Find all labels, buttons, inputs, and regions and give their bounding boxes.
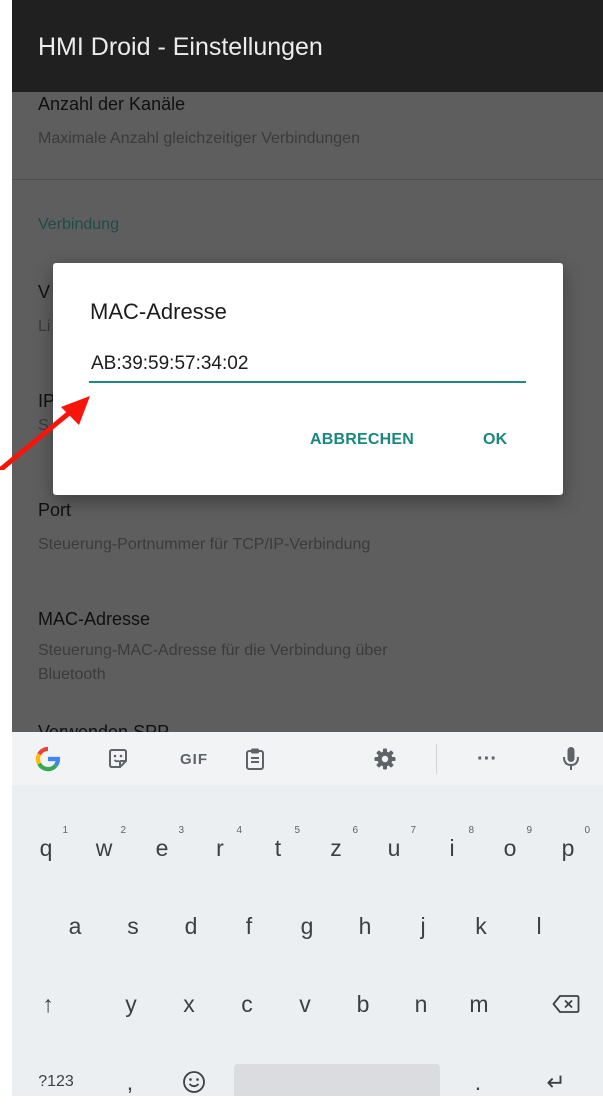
pref-partial-1-title: V bbox=[38, 282, 51, 302]
symbols-key[interactable]: ?123 bbox=[20, 1056, 92, 1096]
comma-key[interactable]: , bbox=[108, 1056, 152, 1096]
key-hint: 1 bbox=[62, 825, 68, 836]
dialog-title: MAC-Adresse bbox=[90, 299, 227, 324]
key-z[interactable]: z6 bbox=[309, 822, 363, 874]
key-hint: 0 bbox=[584, 825, 590, 836]
key-e[interactable]: e3 bbox=[135, 822, 189, 874]
key-f[interactable]: f bbox=[222, 900, 276, 952]
key-n[interactable]: n bbox=[394, 978, 448, 1030]
mac-address-input[interactable] bbox=[89, 347, 526, 383]
cancel-button[interactable]: ABBRECHEN bbox=[310, 431, 414, 449]
key-o[interactable]: o9 bbox=[483, 822, 537, 874]
key-d[interactable]: d bbox=[164, 900, 218, 952]
key-u[interactable]: u7 bbox=[367, 822, 421, 874]
key-h[interactable]: h bbox=[338, 900, 392, 952]
key-k[interactable]: k bbox=[454, 900, 508, 952]
key-j[interactable]: j bbox=[396, 900, 450, 952]
key-hint: 2 bbox=[120, 825, 126, 836]
keyboard-toolbar: GIF ··· bbox=[12, 732, 603, 785]
google-icon[interactable] bbox=[30, 741, 66, 777]
key-hint: 3 bbox=[178, 825, 184, 836]
pref-mac-title[interactable]: MAC-Adresse bbox=[38, 609, 150, 630]
app-bar: HMI Droid - Einstellungen bbox=[12, 0, 603, 92]
key-hint: 7 bbox=[410, 825, 416, 836]
backspace-key[interactable] bbox=[538, 978, 594, 1030]
screen: HMI Droid - Einstellungen Anzahl der Kan… bbox=[12, 0, 603, 1096]
annotation-arrow-icon bbox=[0, 396, 90, 470]
key-q[interactable]: q1 bbox=[19, 822, 73, 874]
pref-port-title[interactable]: Port bbox=[38, 500, 71, 521]
clipboard-icon[interactable] bbox=[237, 741, 273, 777]
key-m[interactable]: m bbox=[452, 978, 506, 1030]
pref-mac-summary-2: Bluetooth bbox=[38, 666, 106, 683]
emoji-icon[interactable] bbox=[168, 1056, 220, 1096]
microphone-icon[interactable] bbox=[557, 741, 585, 777]
key-v[interactable]: v bbox=[278, 978, 332, 1030]
key-r[interactable]: r4 bbox=[193, 822, 247, 874]
pref-partial-1[interactable]: V bbox=[38, 282, 53, 306]
more-icon[interactable]: ··· bbox=[465, 741, 509, 777]
key-b[interactable]: b bbox=[336, 978, 390, 1030]
key-p[interactable]: p0 bbox=[541, 822, 595, 874]
category-connection: Verbindung bbox=[38, 216, 119, 233]
key-a[interactable]: a bbox=[48, 900, 102, 952]
key-c[interactable]: c bbox=[220, 978, 274, 1030]
period-key[interactable]: . bbox=[456, 1056, 500, 1096]
enter-key[interactable]: ↵ bbox=[518, 1056, 594, 1096]
key-y[interactable]: y bbox=[104, 978, 158, 1030]
key-i[interactable]: i8 bbox=[425, 822, 479, 874]
key-s[interactable]: s bbox=[106, 900, 160, 952]
key-x[interactable]: x bbox=[162, 978, 216, 1030]
key-hint: 8 bbox=[468, 825, 474, 836]
settings-icon[interactable] bbox=[367, 741, 403, 777]
key-hint: 5 bbox=[294, 825, 300, 836]
pref-channels-title[interactable]: Anzahl der Kanäle bbox=[38, 94, 185, 115]
key-w[interactable]: w2 bbox=[77, 822, 131, 874]
toolbar-divider bbox=[436, 744, 437, 774]
pref-port-summary: Steuerung-Portnummer für TCP/IP-Verbindu… bbox=[38, 536, 371, 553]
gif-button[interactable]: GIF bbox=[168, 741, 220, 777]
key-t[interactable]: t5 bbox=[251, 822, 305, 874]
keyboard: GIF ··· q 1 w 2 e 3 r 4 t 5 z 6 u 7 i 8 … bbox=[12, 732, 603, 1096]
sticker-icon[interactable] bbox=[100, 741, 136, 777]
key-hint: 6 bbox=[352, 825, 358, 836]
space-key[interactable] bbox=[234, 1064, 440, 1096]
ok-button[interactable]: OK bbox=[483, 431, 507, 449]
pref-spp-title[interactable]: Verwenden SPP bbox=[38, 722, 169, 732]
pref-partial-1-summary-clip: Li bbox=[38, 316, 53, 338]
key-hint: 9 bbox=[526, 825, 532, 836]
shift-key[interactable]: ↑ bbox=[20, 978, 76, 1030]
pref-channels-summary: Maximale Anzahl gleichzeitiger Verbindun… bbox=[38, 130, 360, 147]
key-hint: 4 bbox=[236, 825, 242, 836]
mac-address-dialog: MAC-Adresse ABBRECHEN OK bbox=[53, 263, 563, 495]
pref-mac-summary: Steuerung-MAC-Adresse für die Verbindung… bbox=[38, 642, 388, 659]
pref-partial-1-summary: Li bbox=[38, 318, 51, 335]
app-title: HMI Droid - Einstellungen bbox=[38, 33, 323, 61]
category-divider bbox=[12, 179, 603, 180]
key-l[interactable]: l bbox=[512, 900, 566, 952]
key-g[interactable]: g bbox=[280, 900, 334, 952]
